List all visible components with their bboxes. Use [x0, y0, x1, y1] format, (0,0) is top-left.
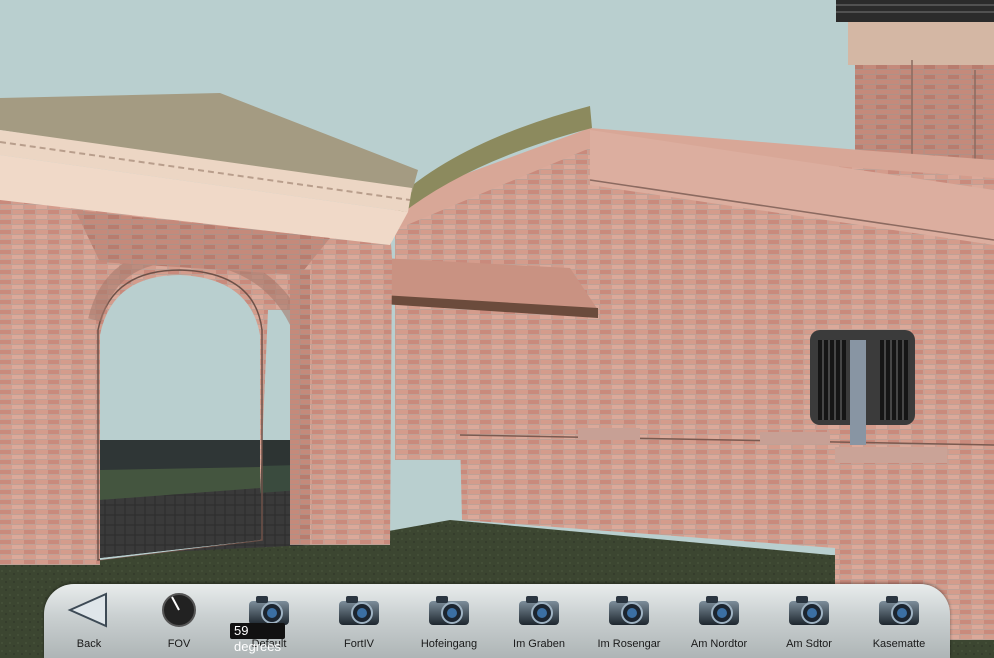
camera-icon [879, 596, 919, 625]
camera-label: Am Sdtor [786, 638, 832, 650]
camera-icon [789, 596, 829, 625]
camera-label: Im Rosengar [597, 638, 661, 650]
camera-icon [699, 596, 739, 625]
camera-label: Im Graben [513, 638, 565, 650]
camera-icon [519, 596, 559, 625]
camera-button-am-sdtor[interactable]: Am Sdtor [764, 584, 854, 658]
knob-icon[interactable] [156, 592, 202, 628]
camera-button-fortiv[interactable]: FortIV [314, 584, 404, 658]
camera-label: FortIV [344, 638, 374, 650]
camera-label: Hofeingang [420, 638, 478, 650]
camera-icon [609, 596, 649, 625]
back-button[interactable]: Back [44, 584, 134, 658]
camera-toolbar: Back 59 degrees FOV Default FortIV Hofei… [44, 584, 950, 658]
fov-label: FOV [167, 638, 191, 650]
camera-button-hofeingang[interactable]: Hofeingang [404, 584, 494, 658]
camera-button-am-nordtor[interactable]: Am Nordtor [674, 584, 764, 658]
back-label: Back [76, 638, 102, 650]
camera-button-im-rosengar[interactable]: Im Rosengar [584, 584, 674, 658]
fov-value: 59 degrees [230, 623, 285, 654]
back-arrow-icon [67, 592, 107, 628]
camera-icon [339, 596, 379, 625]
camera-button-im-graben[interactable]: Im Graben [494, 584, 584, 658]
camera-label: Am Nordtor [690, 638, 748, 650]
camera-button-kasematte[interactable]: Kasematte [854, 584, 944, 658]
fov-control[interactable]: 59 degrees FOV [134, 584, 285, 658]
scene-viewport[interactable] [0, 0, 994, 658]
camera-label: Kasematte [872, 638, 926, 650]
camera-icon [429, 596, 469, 625]
